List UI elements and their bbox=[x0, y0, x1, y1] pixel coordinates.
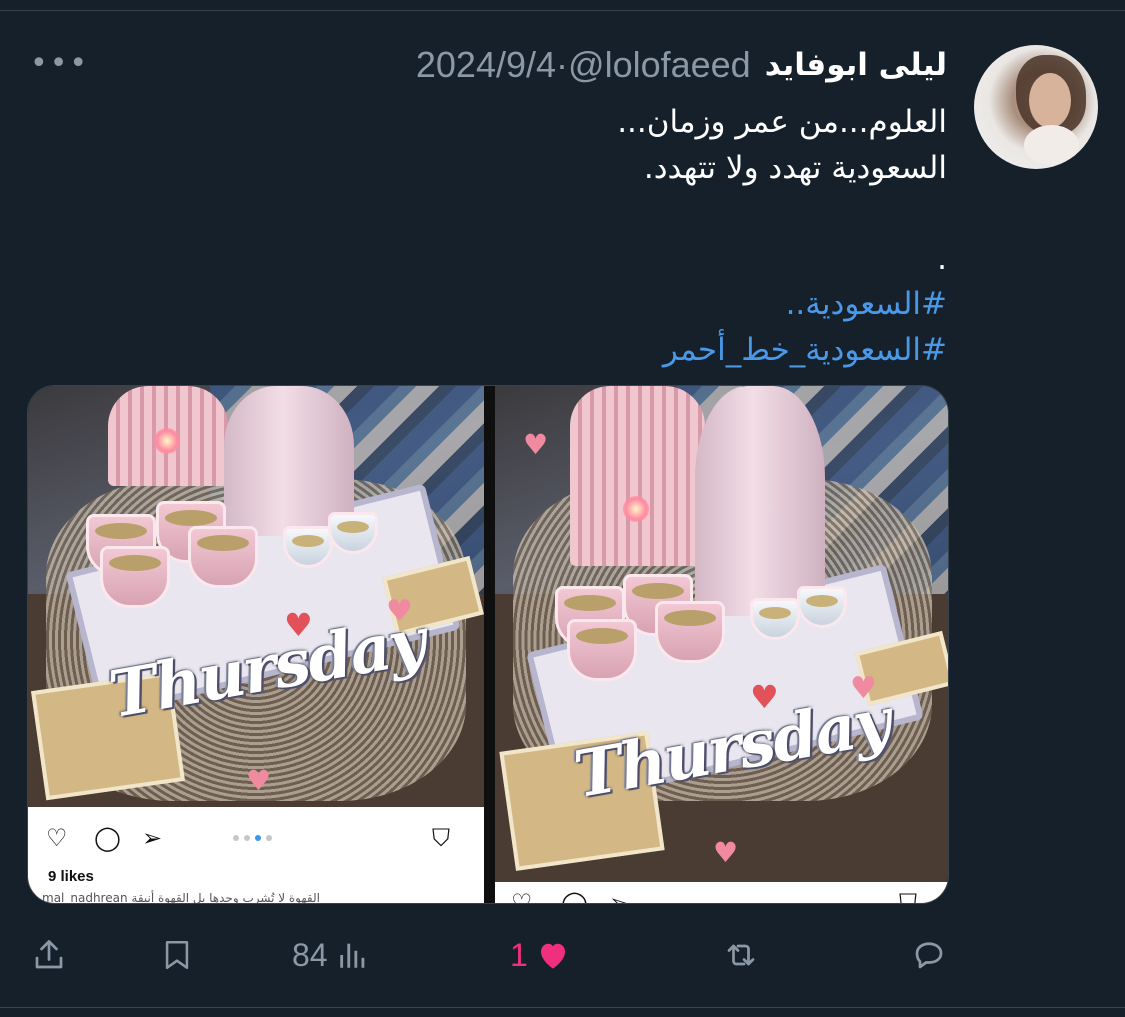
author-name[interactable]: ليلى ابوفايد bbox=[765, 47, 947, 83]
share-icon bbox=[35, 940, 63, 969]
tweet-meta: 2024/9/4·@lolofaeed bbox=[416, 44, 751, 86]
reply-icon bbox=[915, 942, 943, 969]
tweet-line: العلوم...من عمر وزمان... bbox=[617, 104, 947, 140]
instagram-action-bar: ♡ ◯ ➢ ⛉ bbox=[495, 882, 948, 904]
media-photo-left[interactable]: Thursday ♥ ♥ ♥ ♡ ◯ ➢ ⛉ 9 likes mal_nadhr… bbox=[28, 386, 484, 904]
tweet-header: ليلى ابوفايد 2024/9/4·@lolofaeed bbox=[416, 40, 947, 90]
tweet-action-bar: 84 1 bbox=[0, 925, 1125, 985]
views-button[interactable]: 84 bbox=[292, 925, 370, 985]
instagram-heart-icon: ♡ bbox=[46, 824, 68, 852]
instagram-action-bar: ♡ ◯ ➢ ⛉ 9 likes mal_nadhrean القهوة لا ت… bbox=[28, 807, 484, 904]
hashtag-link[interactable]: #السعودية.. bbox=[187, 282, 947, 328]
tweet-line: السعودية تهدد ولا تتهدد. bbox=[643, 149, 947, 186]
heart-sticker-icon: ♥ bbox=[523, 428, 549, 461]
date[interactable]: 2024/9/4 bbox=[416, 44, 556, 85]
share-button[interactable] bbox=[31, 925, 67, 985]
tweet-line: . bbox=[937, 240, 947, 277]
carousel-dots bbox=[233, 835, 272, 841]
bookmark-icon bbox=[165, 940, 189, 970]
bookmark-button[interactable] bbox=[160, 925, 194, 985]
likes-count: 1 bbox=[510, 936, 528, 973]
views-count: 84 bbox=[292, 936, 328, 973]
heart-sticker-icon: ♥ bbox=[850, 671, 877, 706]
instagram-bookmark-icon: ⛉ bbox=[899, 889, 917, 904]
heart-sticker-icon: ♥ bbox=[713, 836, 739, 869]
instagram-likes: 9 likes bbox=[48, 868, 94, 885]
heart-sticker-icon: ♥ bbox=[246, 764, 272, 797]
instagram-share-icon: ➢ bbox=[142, 824, 163, 852]
heart-filled-icon bbox=[540, 943, 565, 969]
top-divider bbox=[0, 10, 1125, 11]
retweet-button[interactable] bbox=[720, 925, 762, 985]
media-photo-right[interactable]: Thursday ♥ ♥ ♥ ♥ ♡ ◯ ➢ ⛉ bbox=[495, 386, 948, 904]
reply-button[interactable] bbox=[910, 925, 948, 985]
analytics-icon bbox=[339, 943, 364, 968]
instagram-comment-icon: ◯ bbox=[561, 889, 588, 904]
bottom-divider bbox=[0, 1007, 1125, 1008]
retweet-icon bbox=[727, 944, 755, 966]
like-button[interactable]: 1 bbox=[510, 925, 572, 985]
author-handle[interactable]: @lolofaeed bbox=[568, 44, 751, 85]
instagram-bookmark-icon: ⛉ bbox=[432, 824, 450, 852]
hashtag-link[interactable]: #السعودية_خط_أحمر bbox=[187, 328, 947, 374]
instagram-share-icon: ➢ bbox=[609, 889, 630, 904]
instagram-heart-icon: ♡ bbox=[511, 889, 533, 904]
tweet-text: العلوم...من عمر وزمان... السعودية تهدد و… bbox=[187, 100, 947, 373]
heart-sticker-icon: ♥ bbox=[386, 594, 413, 629]
heart-sticker-icon: ♥ bbox=[284, 606, 313, 644]
instagram-comment-icon: ◯ bbox=[94, 824, 121, 852]
heart-sticker-icon: ♥ bbox=[750, 678, 779, 716]
avatar[interactable] bbox=[974, 45, 1098, 169]
instagram-caption: mal_nadhrean القهوة لا تُشرب وحدها بل ال… bbox=[42, 891, 320, 904]
media-grid: Thursday ♥ ♥ ♥ ♡ ◯ ➢ ⛉ 9 likes mal_nadhr… bbox=[27, 385, 949, 904]
more-options-icon[interactable]: ••• bbox=[30, 49, 89, 79]
meta-separator: · bbox=[556, 44, 569, 85]
